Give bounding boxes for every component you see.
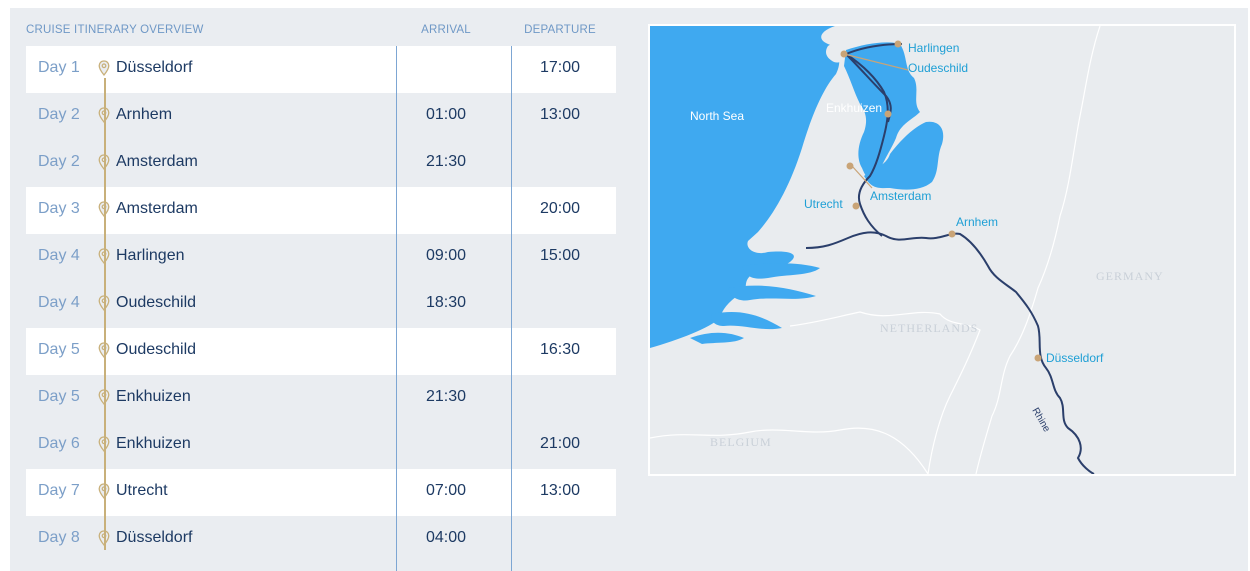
map-label-oudeschild: Oudeschild bbox=[908, 61, 968, 75]
column-divider bbox=[511, 46, 512, 571]
table-row: Day 4 Harlingen 09:00 15:00 bbox=[26, 234, 616, 281]
day-label: Day 3 bbox=[38, 200, 80, 217]
port-name: Oudeschild bbox=[116, 341, 197, 358]
map-label-netherlands: NETHERLANDS bbox=[880, 321, 978, 335]
departure-time: 21:00 bbox=[539, 435, 581, 452]
arrival-time: 21:30 bbox=[425, 153, 467, 170]
day-label: Day 2 bbox=[38, 106, 80, 123]
table-row: Day 3 Amsterdam 20:00 bbox=[26, 187, 616, 234]
arrival-header: ARRIVAL bbox=[421, 24, 471, 36]
departure-time: 17:00 bbox=[539, 59, 581, 76]
day-label: Day 4 bbox=[38, 247, 80, 264]
departure-time: 13:00 bbox=[539, 106, 581, 123]
delta-water bbox=[711, 311, 782, 330]
route-map: Harlingen Oudeschild North Sea Enkhuizen… bbox=[648, 24, 1236, 476]
port-name: Enkhuizen bbox=[116, 388, 191, 405]
itinerary-timeline bbox=[104, 78, 106, 550]
departure-header: DEPARTURE bbox=[524, 24, 596, 36]
itinerary-table: Day 1 Düsseldorf 17:00 Day 2 Arnhem 01:0… bbox=[26, 46, 616, 563]
port-name: Harlingen bbox=[116, 247, 185, 264]
day-label: Day 8 bbox=[38, 529, 80, 546]
country-border bbox=[789, 311, 981, 474]
port-name: Enkhuizen bbox=[116, 435, 191, 452]
map-label-rhine: Rhine bbox=[1029, 406, 1052, 435]
delta-water bbox=[690, 332, 744, 344]
table-row: Day 6 Enkhuizen 21:00 bbox=[26, 422, 616, 469]
day-label: Day 4 bbox=[38, 294, 80, 311]
city-dot-enkhuizen bbox=[884, 110, 892, 118]
city-dot-dusseldorf bbox=[1034, 354, 1042, 362]
departure-time: 16:30 bbox=[539, 341, 581, 358]
port-name: Arnhem bbox=[116, 106, 173, 123]
arrival-time: 04:00 bbox=[425, 529, 467, 546]
map-svg: Harlingen Oudeschild North Sea Enkhuizen… bbox=[650, 26, 1164, 474]
departure-time: 15:00 bbox=[539, 247, 581, 264]
port-name: Düsseldorf bbox=[116, 59, 193, 76]
day-label: Day 2 bbox=[38, 153, 80, 170]
map-label-belgium: BELGIUM bbox=[710, 435, 772, 449]
port-name: Düsseldorf bbox=[116, 529, 193, 546]
table-row: Day 8 Düsseldorf 04:00 bbox=[26, 516, 616, 563]
arrival-time: 07:00 bbox=[425, 482, 467, 499]
city-dot-arnhem bbox=[948, 230, 956, 238]
map-label-harlingen: Harlingen bbox=[908, 41, 959, 55]
arrival-time: 01:00 bbox=[425, 106, 467, 123]
map-label-germany: GERMANY bbox=[1096, 269, 1164, 283]
arrival-time: 21:30 bbox=[425, 388, 467, 405]
country-border bbox=[650, 427, 929, 474]
table-row: Day 5 Oudeschild 16:30 bbox=[26, 328, 616, 375]
table-header: CRUISE ITINERARY OVERVIEW ARRIVAL DEPART… bbox=[26, 24, 616, 46]
day-label: Day 1 bbox=[38, 59, 80, 76]
delta-water bbox=[728, 285, 816, 301]
table-row: Day 5 Enkhuizen 21:30 bbox=[26, 375, 616, 422]
port-name: Oudeschild bbox=[116, 294, 197, 311]
table-row: Day 7 Utrecht 07:00 13:00 bbox=[26, 469, 616, 516]
departure-time: 20:00 bbox=[539, 200, 581, 217]
arrival-time: 09:00 bbox=[425, 247, 467, 264]
day-label: Day 5 bbox=[38, 388, 80, 405]
table-row: Day 1 Düsseldorf 17:00 bbox=[26, 46, 616, 93]
map-label-amsterdam: Amsterdam bbox=[870, 189, 931, 203]
table-row: Day 4 Oudeschild 18:30 bbox=[26, 281, 616, 328]
map-label-north-sea: North Sea bbox=[690, 109, 744, 123]
city-dot-harlingen bbox=[894, 40, 902, 48]
column-divider bbox=[396, 46, 397, 571]
city-dot-amsterdam bbox=[846, 162, 854, 170]
port-name: Amsterdam bbox=[116, 200, 198, 217]
table-row: Day 2 Amsterdam 21:30 bbox=[26, 140, 616, 187]
day-label: Day 6 bbox=[38, 435, 80, 452]
delta-water bbox=[742, 263, 820, 279]
departure-time: 13:00 bbox=[539, 482, 581, 499]
location-pin-icon bbox=[98, 60, 110, 76]
day-label: Day 7 bbox=[38, 482, 80, 499]
map-label-arnhem: Arnhem bbox=[956, 215, 998, 229]
port-name: Amsterdam bbox=[116, 153, 198, 170]
port-name: Utrecht bbox=[116, 482, 168, 499]
city-dot-utrecht bbox=[852, 202, 860, 210]
map-label-dusseldorf: Düsseldorf bbox=[1046, 351, 1104, 365]
map-canvas: Harlingen Oudeschild North Sea Enkhuizen… bbox=[650, 26, 1234, 474]
table-row: Day 2 Arnhem 01:00 13:00 bbox=[26, 93, 616, 140]
map-label-utrecht: Utrecht bbox=[804, 197, 843, 211]
day-label: Day 5 bbox=[38, 341, 80, 358]
map-label-enkhuizen: Enkhuizen bbox=[826, 101, 882, 115]
city-dot-oudeschild bbox=[840, 50, 848, 58]
table-title: CRUISE ITINERARY OVERVIEW bbox=[26, 24, 204, 36]
arrival-time: 18:30 bbox=[425, 294, 467, 311]
